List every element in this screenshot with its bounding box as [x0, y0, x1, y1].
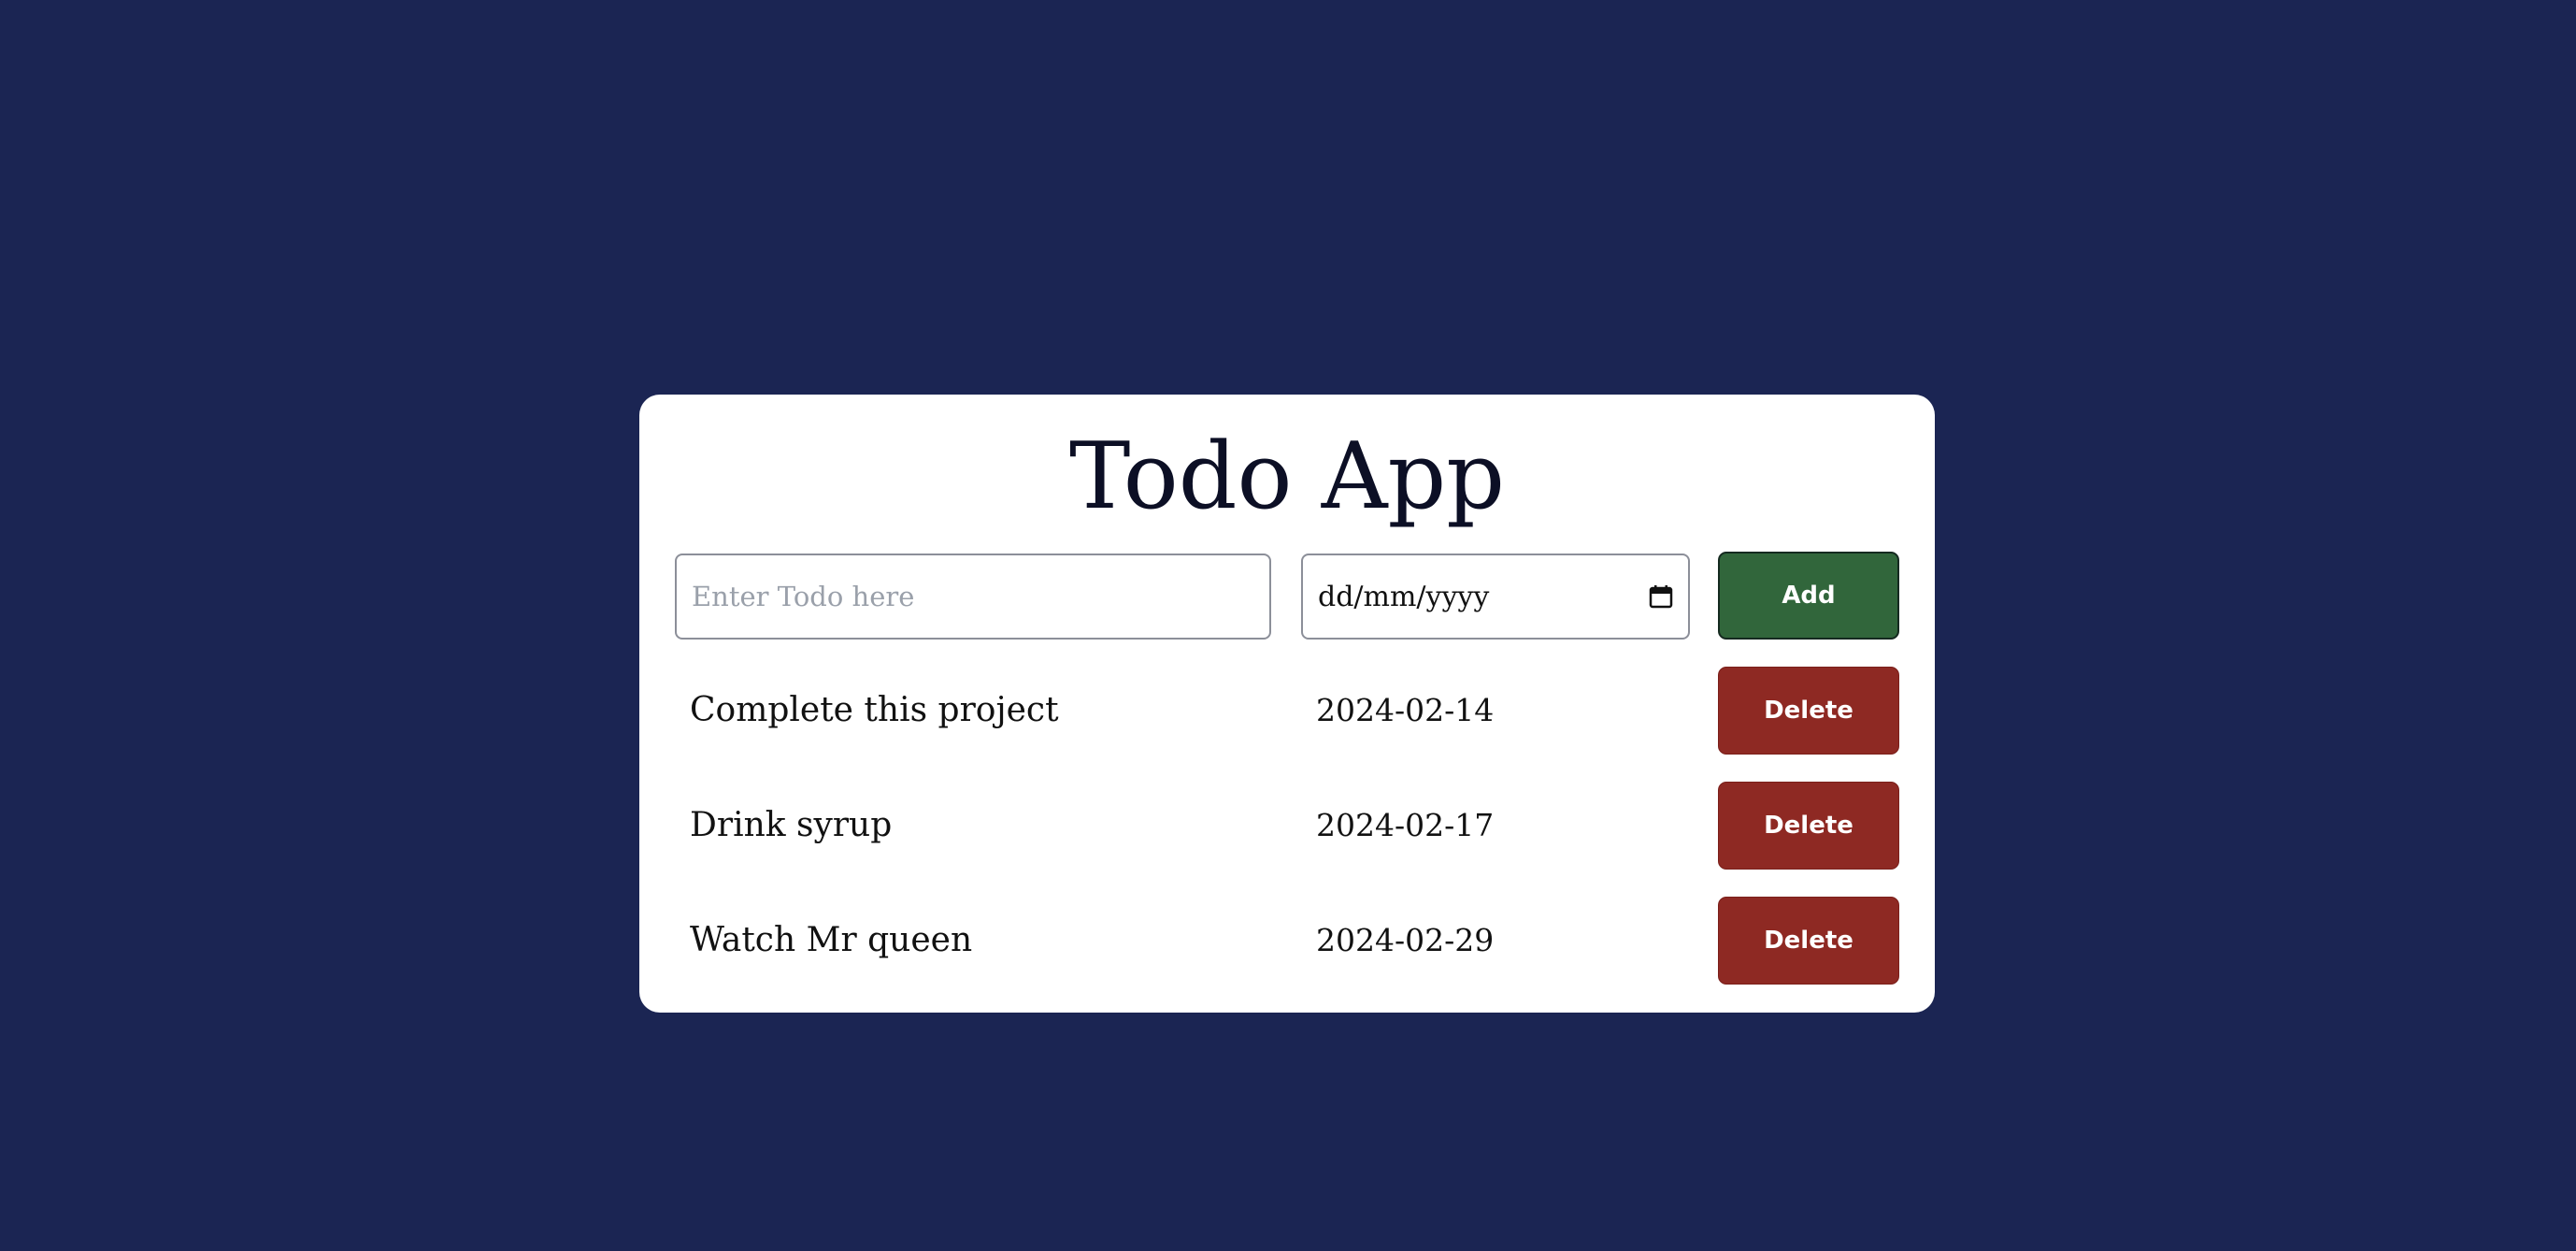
todo-input[interactable] — [675, 554, 1271, 640]
delete-button[interactable]: Delete — [1718, 782, 1899, 870]
todo-name: Complete this project — [690, 691, 1059, 729]
todo-date: 2024-02-14 — [1316, 692, 1495, 728]
todo-row: Watch Mr queen 2024-02-29 Delete — [639, 897, 1935, 985]
todo-row: Complete this project 2024-02-14 Delete — [639, 667, 1935, 755]
add-button[interactable]: Add — [1718, 552, 1899, 640]
todo-date: 2024-02-17 — [1316, 807, 1495, 843]
calendar-icon[interactable] — [1649, 584, 1673, 609]
todo-card: Todo App dd/mm/yyyy Add Complete this pr… — [639, 395, 1935, 1013]
todo-row: Drink syrup 2024-02-17 Delete — [639, 782, 1935, 870]
todo-name: Drink syrup — [690, 806, 893, 844]
page-title: Todo App — [1069, 424, 1505, 530]
date-placeholder: dd/mm/yyyy — [1318, 580, 1490, 613]
delete-button[interactable]: Delete — [1718, 897, 1899, 985]
date-input[interactable]: dd/mm/yyyy — [1301, 554, 1690, 640]
todo-name: Watch Mr queen — [690, 921, 973, 959]
delete-button[interactable]: Delete — [1718, 667, 1899, 755]
todo-date: 2024-02-29 — [1316, 922, 1495, 958]
